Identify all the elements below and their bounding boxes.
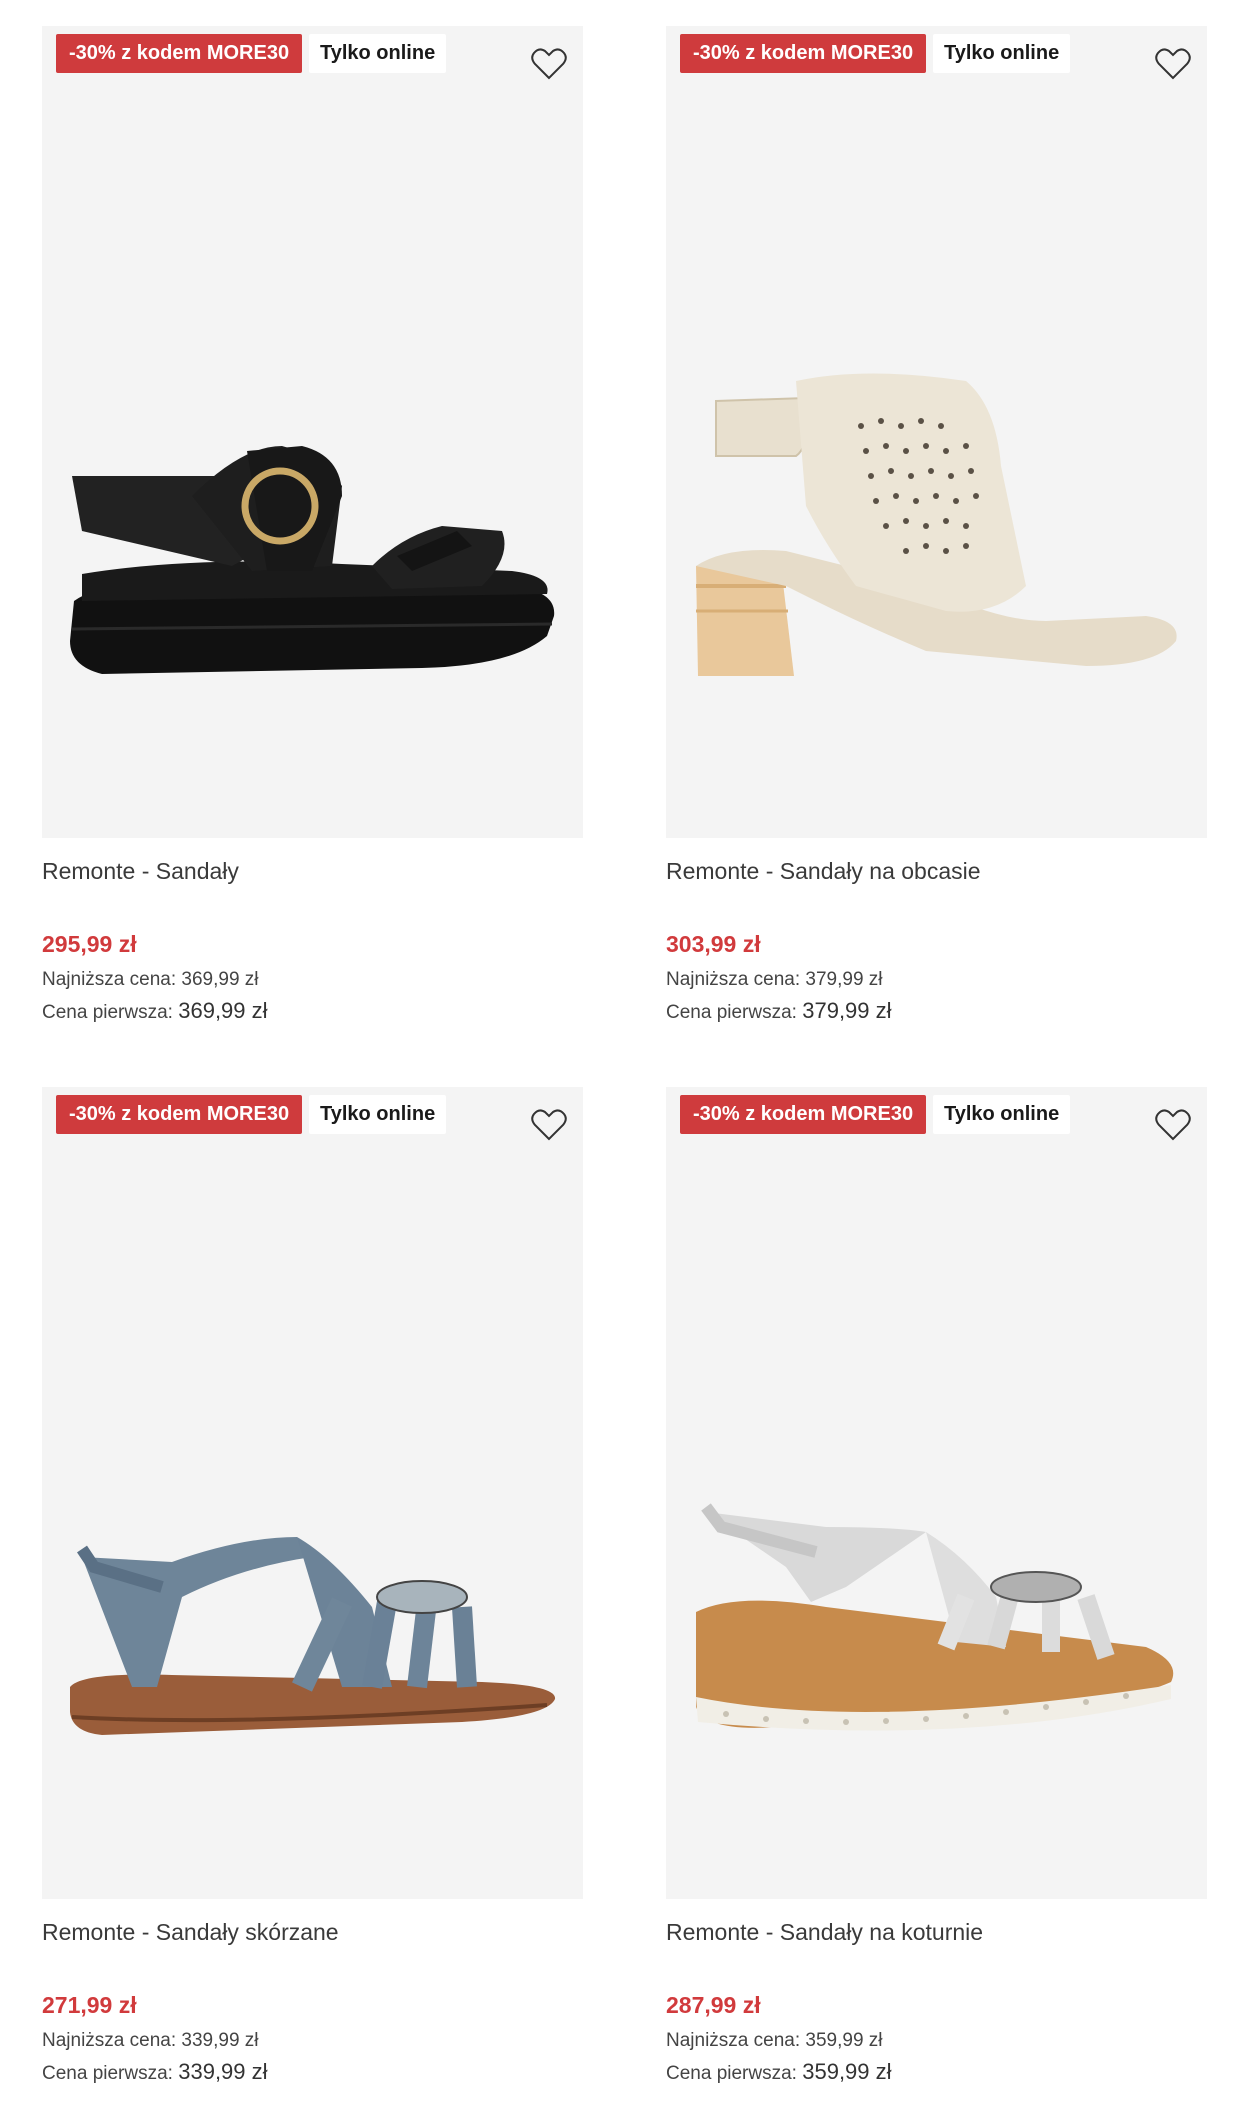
first-price: Cena pierwsza: 359,99 zł xyxy=(666,2059,892,2085)
heart-icon[interactable] xyxy=(529,1105,569,1145)
promo-badge: -30% z kodem MORE30 xyxy=(680,1095,927,1134)
product-image[interactable]: -30% z kodem MORE30 Tylko online xyxy=(42,1087,583,1899)
promo-badge: -30% z kodem MORE30 xyxy=(680,34,927,73)
first-price-label: Cena pierwsza: xyxy=(42,1002,173,1023)
product-price: 271,99 zł xyxy=(42,1992,137,2018)
heart-icon[interactable] xyxy=(1153,1105,1193,1145)
lowest-price-label: Najniższa cena: xyxy=(666,2030,801,2051)
first-price-value: 369,99 zł xyxy=(178,998,268,1023)
black-sandal-image xyxy=(70,446,555,674)
product-image[interactable]: -30% z kodem MORE30 Tylko online xyxy=(666,26,1207,838)
lowest-price-value: 339,99 zł xyxy=(181,2030,259,2051)
product-image[interactable]: -30% z kodem MORE30 Tylko online xyxy=(42,26,583,838)
beige-heeled-sandal-image xyxy=(696,373,1177,676)
product-card[interactable]: -30% z kodem MORE30 Tylko online Remonte… xyxy=(42,26,583,1023)
promo-badge: -30% z kodem MORE30 xyxy=(56,34,303,73)
product-card[interactable]: -30% z kodem MORE30 Tylko online Remonte… xyxy=(666,26,1207,1023)
online-only-badge: Tylko online xyxy=(933,1095,1071,1134)
lowest-price-label: Najniższa cena: xyxy=(42,2030,177,2051)
first-price: Cena pierwsza: 369,99 zł xyxy=(42,998,268,1024)
product-title[interactable]: Remonte - Sandały na obcasie xyxy=(666,858,981,885)
blue-leather-sandal-image xyxy=(70,1537,556,1735)
first-price-value: 339,99 zł xyxy=(178,2059,268,2084)
product-title[interactable]: Remonte - Sandały na koturnie xyxy=(666,1919,983,1946)
first-price: Cena pierwsza: 339,99 zł xyxy=(42,2059,268,2085)
heart-icon[interactable] xyxy=(1153,44,1193,84)
first-price: Cena pierwsza: 379,99 zł xyxy=(666,998,892,1024)
product-price: 287,99 zł xyxy=(666,1992,761,2018)
lowest-price: Najniższa cena: 339,99 zł xyxy=(42,2030,259,2052)
online-only-badge: Tylko online xyxy=(309,34,447,73)
product-price: 295,99 zł xyxy=(42,931,137,957)
product-image[interactable]: -30% z kodem MORE30 Tylko online xyxy=(666,1087,1207,1899)
first-price-label: Cena pierwsza: xyxy=(666,1002,797,1023)
lowest-price: Najniższa cena: 369,99 zł xyxy=(42,969,259,991)
first-price-value: 379,99 zł xyxy=(802,998,892,1023)
product-card[interactable]: -30% z kodem MORE30 Tylko online Remonte… xyxy=(42,1087,583,2084)
silver-wedge-sandal-image xyxy=(696,1503,1174,1731)
lowest-price-value: 379,99 zł xyxy=(805,969,883,990)
lowest-price: Najniższa cena: 359,99 zł xyxy=(666,2030,883,2052)
product-price: 303,99 zł xyxy=(666,931,761,957)
lowest-price: Najniższa cena: 379,99 zł xyxy=(666,969,883,991)
online-only-badge: Tylko online xyxy=(933,34,1071,73)
heart-icon[interactable] xyxy=(529,44,569,84)
online-only-badge: Tylko online xyxy=(309,1095,447,1134)
product-card[interactable]: -30% z kodem MORE30 Tylko online Remonte… xyxy=(666,1087,1207,2084)
lowest-price-label: Najniższa cena: xyxy=(666,969,801,990)
product-title[interactable]: Remonte - Sandały skórzane xyxy=(42,1919,339,1946)
lowest-price-value: 369,99 zł xyxy=(181,969,259,990)
first-price-label: Cena pierwsza: xyxy=(42,2063,173,2084)
product-title[interactable]: Remonte - Sandały xyxy=(42,858,239,885)
lowest-price-label: Najniższa cena: xyxy=(42,969,177,990)
promo-badge: -30% z kodem MORE30 xyxy=(56,1095,303,1134)
first-price-label: Cena pierwsza: xyxy=(666,2063,797,2084)
first-price-value: 359,99 zł xyxy=(802,2059,892,2084)
lowest-price-value: 359,99 zł xyxy=(805,2030,883,2051)
